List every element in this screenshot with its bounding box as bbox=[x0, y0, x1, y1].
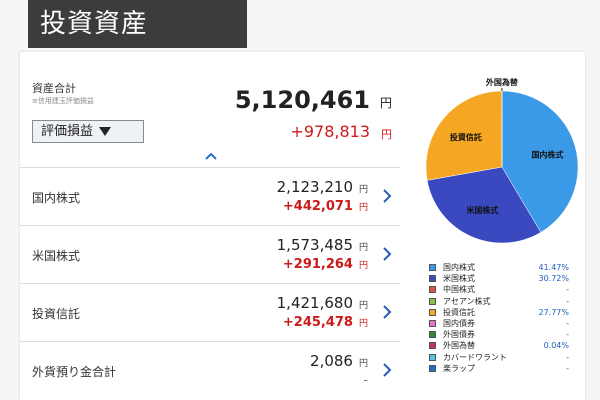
total-assets-label: 資産合計 bbox=[32, 82, 76, 95]
legend-item: 国内債券 - bbox=[429, 318, 569, 329]
pie-label-3: 外国為替 bbox=[486, 77, 518, 87]
asset-row-domestic-stocks[interactable]: 国内株式 2,123,210 円 +442,071 円 bbox=[20, 167, 400, 225]
legend-label: 中国株式 bbox=[443, 285, 475, 295]
asset-row-gain: +245,478 円 bbox=[282, 315, 368, 330]
asset-row-foreign-deposits[interactable]: 外貨預り金合計 2,086 円 - bbox=[20, 341, 400, 399]
legend-percent: - bbox=[566, 285, 569, 295]
asset-row-gain: +291,264 円 bbox=[282, 257, 368, 272]
legend-label: 米国株式 bbox=[443, 274, 475, 284]
legend-item: 中国株式 - bbox=[429, 284, 569, 295]
legend-swatch bbox=[429, 353, 436, 361]
asset-rows: 国内株式 2,123,210 円 +442,071 円 米国株式 1,573,485… bbox=[20, 167, 400, 399]
legend-percent: 0.04% bbox=[543, 341, 569, 351]
legend-item: 外国債券 - bbox=[429, 329, 569, 340]
assets-card: 資産合計 ≡信用建玉評価損益 5,120,461 円 評価損益 +978,813… bbox=[20, 52, 585, 400]
allocation-panel: 国内株式 米国株式 投資信託 外国為替 国内株式 41.47% 米国株式 30.72% 中国株… bbox=[415, 52, 585, 400]
chevron-right-icon[interactable] bbox=[382, 188, 392, 204]
legend-percent: - bbox=[566, 330, 569, 340]
asset-row-gain: +442,071 円 bbox=[282, 199, 368, 214]
legend-swatch bbox=[429, 342, 436, 350]
legend-label: カバードワラント bbox=[443, 352, 507, 362]
legend-item: 外国為替 0.04% bbox=[429, 340, 569, 351]
legend-swatch bbox=[429, 264, 436, 271]
asset-row-value: 2,086 円 bbox=[310, 352, 368, 370]
legend-item: 米国株式 30.72% bbox=[429, 273, 569, 284]
chevron-right-icon[interactable] bbox=[382, 362, 392, 378]
asset-row-name: 投資信託 bbox=[32, 307, 81, 321]
legend-swatch bbox=[429, 275, 436, 283]
pie-label-1: 米国株式 bbox=[465, 205, 498, 215]
legend-label: 外国為替 bbox=[443, 341, 475, 351]
allocation-legend: 国内株式 41.47% 米国株式 30.72% 中国株式 - アセアン株式 - 投資信託 27.7… bbox=[429, 262, 569, 374]
total-gain-value: +978,813 bbox=[290, 122, 370, 141]
total-assets-note: ≡信用建玉評価損益 bbox=[32, 97, 94, 105]
evaluation-dropdown-label: 評価損益 bbox=[41, 124, 94, 139]
total-assets-yen: 円 bbox=[379, 96, 392, 110]
pie-label-0: 国内株式 bbox=[531, 150, 563, 160]
asset-row-value: 1,573,485 円 bbox=[276, 236, 368, 254]
legend-swatch bbox=[429, 319, 436, 327]
caret-down-icon bbox=[99, 127, 112, 136]
legend-percent: - bbox=[566, 352, 569, 362]
legend-label: アセアン株式 bbox=[443, 296, 491, 306]
asset-row-name: 国内株式 bbox=[32, 191, 81, 205]
chevron-up-icon[interactable] bbox=[205, 152, 217, 160]
asset-row-value: 2,123,210 円 bbox=[276, 178, 368, 196]
legend-item: 楽ラップ - bbox=[429, 363, 569, 374]
pie-label-2: 投資信託 bbox=[450, 132, 482, 142]
total-gain-yen: 円 bbox=[381, 128, 392, 141]
legend-percent: 41.47% bbox=[538, 263, 569, 272]
evaluation-dropdown-button[interactable]: 評価損益 bbox=[32, 120, 144, 143]
legend-percent: - bbox=[566, 296, 569, 306]
asset-row-us-stocks[interactable]: 米国株式 1,573,485 円 +291,264 円 bbox=[20, 225, 400, 283]
asset-row-investment-trusts[interactable]: 投資信託 1,421,680 円 +245,478 円 bbox=[20, 283, 400, 341]
legend-percent: - bbox=[566, 363, 569, 373]
legend-percent: 27.77% bbox=[538, 307, 569, 317]
asset-row-gain: - bbox=[363, 373, 368, 388]
legend-swatch bbox=[429, 308, 436, 316]
legend-label: 国内債券 bbox=[443, 318, 475, 328]
legend-percent: 30.72% bbox=[538, 274, 569, 284]
asset-row-name: 外貨預り金合計 bbox=[32, 365, 117, 379]
asset-row-value: 1,421,680 円 bbox=[276, 294, 368, 312]
legend-item: カバードワラント - bbox=[429, 352, 569, 363]
legend-swatch bbox=[429, 331, 436, 339]
legend-percent: - bbox=[566, 318, 569, 328]
asset-row-name: 米国株式 bbox=[32, 249, 81, 263]
assets-summary: 資産合計 ≡信用建玉評価損益 5,120,461 円 評価損益 +978,813… bbox=[20, 52, 400, 400]
legend-swatch bbox=[429, 297, 436, 305]
chevron-right-icon[interactable] bbox=[382, 246, 392, 262]
legend-swatch bbox=[429, 364, 436, 372]
legend-label: 楽ラップ bbox=[443, 363, 475, 373]
legend-label: 外国債券 bbox=[443, 330, 475, 340]
legend-swatch bbox=[429, 286, 436, 294]
allocation-pie-chart: 国内株式米国株式 投資信託 外国為替 bbox=[425, 77, 579, 244]
legend-item: 国内株式 41.47% bbox=[429, 262, 569, 273]
legend-label: 国内株式 bbox=[443, 263, 475, 272]
page-title: 投資資産 bbox=[28, 0, 247, 48]
legend-item: 投資信託 27.77% bbox=[429, 307, 569, 318]
legend-label: 投資信託 bbox=[443, 307, 475, 317]
chevron-right-icon[interactable] bbox=[382, 304, 392, 320]
legend-item: アセアン株式 - bbox=[429, 296, 569, 307]
total-assets-value: 5,120,461 bbox=[234, 86, 370, 114]
